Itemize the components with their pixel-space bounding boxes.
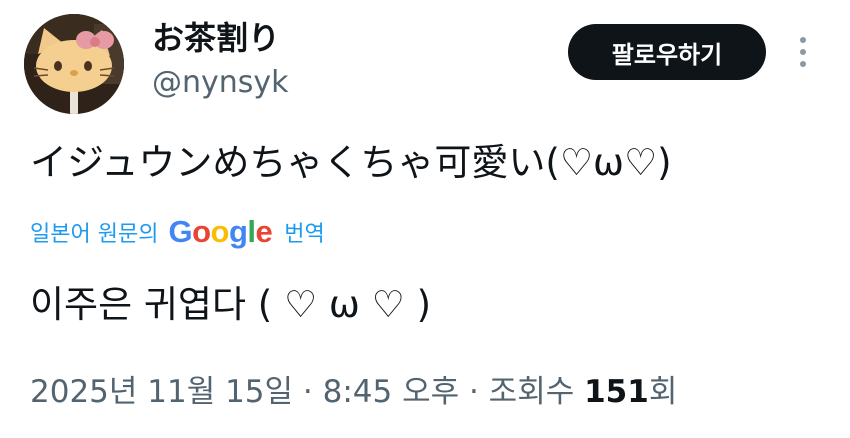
tweet-meta: 2025년 11월 15일 · 8:45 오후 · 조회수 151회 (30, 372, 677, 412)
tweet-detail: お茶割り @nynsyk 팔로우하기 イジュウンめちゃくちゃ可愛い(♡ω♡) 일… (0, 0, 850, 438)
translation-label-suffix[interactable]: 번역 (284, 216, 324, 248)
display-name[interactable]: お茶割り (152, 18, 280, 58)
views-suffix: 회 (648, 374, 678, 410)
hello-kitty-avatar-icon (24, 14, 124, 114)
translation-label-prefix[interactable]: 일본어 원문의 (30, 216, 158, 248)
more-options-button[interactable] (788, 30, 818, 74)
tweet-text: イジュウンめちゃくちゃ可愛い(♡ω♡) (30, 141, 672, 184)
avatar[interactable] (24, 14, 124, 114)
vertical-ellipsis-icon (800, 37, 806, 43)
translated-text: 이주은 귀엽다 ( ♡ ω ♡ ) (30, 283, 432, 326)
google-logo: Google (168, 214, 273, 249)
user-handle[interactable]: @nynsyk (152, 64, 289, 102)
translation-attribution[interactable]: 일본어 원문의 Google 번역 (30, 212, 325, 252)
timestamp[interactable]: 2025년 11월 15일 · 8:45 오후 · 조회수 (30, 374, 574, 410)
views-count: 151 (584, 374, 649, 410)
follow-button[interactable]: 팔로우하기 (568, 24, 766, 80)
